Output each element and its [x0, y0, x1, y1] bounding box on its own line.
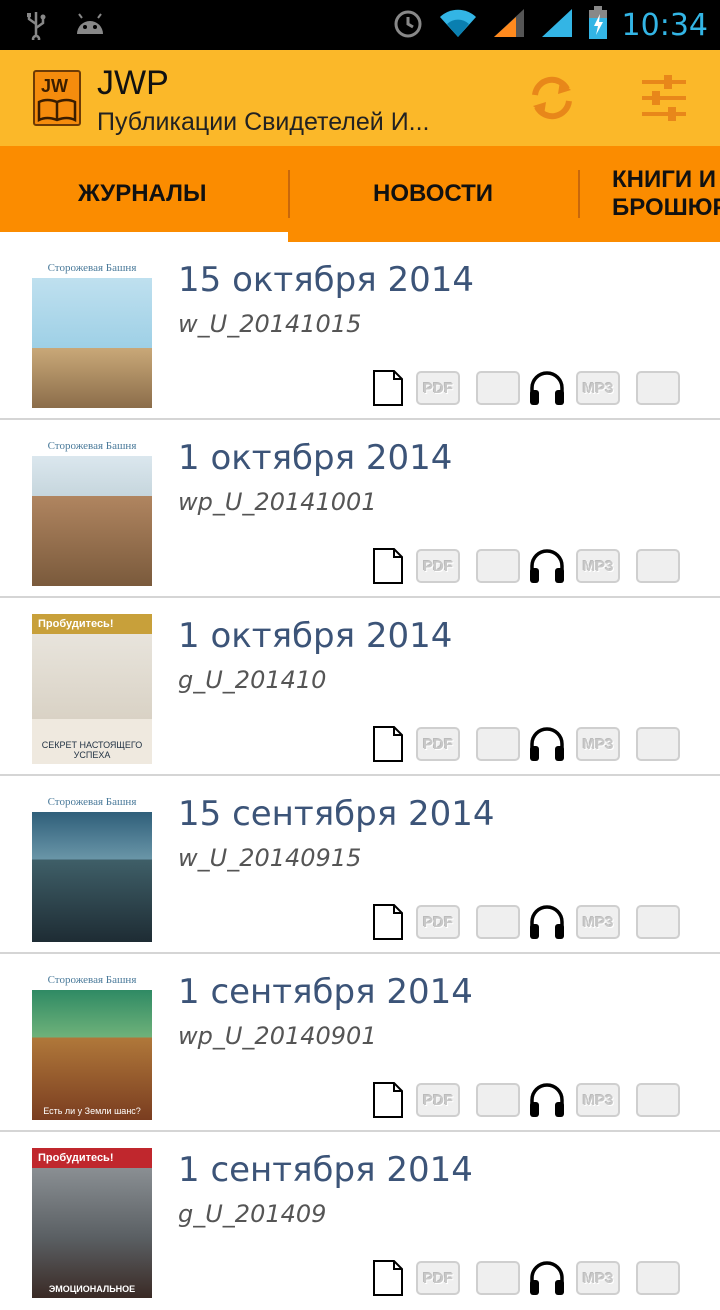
refresh-button[interactable] — [520, 66, 584, 130]
cover-image: Сторожевая Башня Есть ли у Земли шанс? — [32, 970, 152, 1120]
list-item[interactable]: Сторожевая Башня 15 сентября 2014 w_U_20… — [0, 776, 720, 954]
cover-title: Сторожевая Башня — [32, 970, 152, 990]
download-slot-button[interactable] — [476, 1083, 520, 1117]
pdf-button[interactable]: PDF — [416, 549, 460, 583]
item-title: 1 октября 2014 — [178, 616, 453, 656]
download-slot-button[interactable] — [476, 905, 520, 939]
document-icon[interactable] — [372, 1082, 404, 1118]
signal-icon-2 — [540, 7, 574, 43]
status-bar: 10:34 — [0, 0, 720, 50]
mp3-button[interactable]: MP3 — [576, 549, 620, 583]
mp3-button[interactable]: MP3 — [576, 727, 620, 761]
download-slot-button[interactable] — [476, 1261, 520, 1295]
tab-selected-indicator — [0, 232, 288, 242]
alarm-icon — [392, 7, 424, 43]
item-title: 15 сентября 2014 — [178, 794, 495, 834]
cover-title: Сторожевая Башня — [32, 436, 152, 456]
mp3-button[interactable]: MP3 — [576, 1261, 620, 1295]
cover-caption: СЕКРЕТ НАСТОЯЩЕГО УСПЕХА — [41, 740, 143, 760]
cover-title: Сторожевая Башня — [32, 258, 152, 278]
cover-caption: Есть ли у Земли шанс? — [43, 1106, 141, 1116]
pdf-button[interactable]: PDF — [416, 905, 460, 939]
tab-divider — [288, 170, 290, 218]
mp3-button[interactable]: MP3 — [576, 1083, 620, 1117]
headphones-icon[interactable] — [528, 548, 566, 584]
download-slot-button[interactable] — [636, 905, 680, 939]
svg-text:JW: JW — [41, 76, 68, 96]
sliders-icon — [642, 75, 686, 121]
app-title: JWP — [97, 64, 169, 102]
item-code: g_U_201409 — [178, 1200, 327, 1228]
signal-icon-1 — [492, 7, 526, 43]
download-slot-button[interactable] — [476, 371, 520, 405]
item-code: w_U_20141015 — [178, 310, 362, 338]
pdf-button[interactable]: PDF — [416, 371, 460, 405]
cover-image: Пробудитесь! СЕКРЕТ НАСТОЯЩЕГО УСПЕХА — [32, 614, 152, 764]
headphones-icon[interactable] — [528, 726, 566, 762]
item-title: 1 сентября 2014 — [178, 1150, 473, 1190]
headphones-icon[interactable] — [528, 904, 566, 940]
download-slot-button[interactable] — [636, 1083, 680, 1117]
tab-books-brochures[interactable]: КНИГИ И БРОШЮРЫ — [612, 146, 720, 242]
download-slot-button[interactable] — [476, 549, 520, 583]
pdf-button[interactable]: PDF — [416, 1261, 460, 1295]
wifi-icon — [438, 7, 478, 43]
item-code: g_U_201410 — [178, 666, 327, 694]
mp3-button[interactable]: MP3 — [576, 905, 620, 939]
document-icon[interactable] — [372, 726, 404, 762]
android-icon — [74, 12, 106, 42]
pdf-button[interactable]: PDF — [416, 1083, 460, 1117]
pdf-button[interactable]: PDF — [416, 727, 460, 761]
tab-magazines[interactable]: ЖУРНАЛЫ — [78, 146, 207, 242]
download-slot-button[interactable] — [636, 549, 680, 583]
document-icon[interactable] — [372, 904, 404, 940]
item-title: 15 октября 2014 — [178, 260, 475, 300]
headphones-icon[interactable] — [528, 370, 566, 406]
usb-icon — [24, 10, 48, 44]
cover-caption: ЭМОЦИОНАЛЬНОЕ — [48, 1284, 136, 1294]
cover-title: Сторожевая Башня — [32, 792, 152, 812]
download-slot-button[interactable] — [636, 1261, 680, 1295]
app-logo-icon[interactable]: JW — [33, 70, 81, 126]
cover-image: Сторожевая Башня — [32, 436, 152, 586]
cover-image: Пробудитесь! ЭМОЦИОНАЛЬНОЕ — [32, 1148, 152, 1298]
cover-title: Пробудитесь! — [32, 1148, 152, 1168]
document-icon[interactable] — [372, 370, 404, 406]
mp3-button[interactable]: MP3 — [576, 371, 620, 405]
cover-image: Сторожевая Башня — [32, 258, 152, 408]
refresh-icon — [532, 76, 572, 120]
settings-button[interactable] — [632, 66, 696, 130]
list-item[interactable]: Сторожевая Башня Есть ли у Земли шанс? 1… — [0, 954, 720, 1132]
document-icon[interactable] — [372, 1260, 404, 1296]
item-code: w_U_20140915 — [178, 844, 362, 872]
app-subtitle: Публикации Свидетелей И... — [97, 108, 430, 136]
item-title: 1 сентября 2014 — [178, 972, 473, 1012]
action-bar: JW JWP Публикации Свидетелей И... — [0, 50, 720, 146]
download-slot-button[interactable] — [476, 727, 520, 761]
tab-news[interactable]: НОВОСТИ — [373, 146, 493, 242]
list-item[interactable]: Сторожевая Башня 1 октября 2014 wp_U_201… — [0, 420, 720, 598]
list-item[interactable]: Сторожевая Башня 15 октября 2014 w_U_201… — [0, 242, 720, 420]
headphones-icon[interactable] — [528, 1082, 566, 1118]
download-slot-button[interactable] — [636, 727, 680, 761]
download-slot-button[interactable] — [636, 371, 680, 405]
battery-icon — [588, 6, 608, 44]
list-item[interactable]: Пробудитесь! ЭМОЦИОНАЛЬНОЕ 1 сентября 20… — [0, 1132, 720, 1310]
tab-bar: ЖУРНАЛЫ НОВОСТИ КНИГИ И БРОШЮРЫ — [0, 146, 720, 242]
item-code: wp_U_20141001 — [178, 488, 377, 516]
item-title: 1 октября 2014 — [178, 438, 453, 478]
cover-title: Пробудитесь! — [32, 614, 152, 634]
document-icon[interactable] — [372, 548, 404, 584]
item-code: wp_U_20140901 — [178, 1022, 377, 1050]
list-item[interactable]: Пробудитесь! СЕКРЕТ НАСТОЯЩЕГО УСПЕХА 1 … — [0, 598, 720, 776]
cover-image: Сторожевая Башня — [32, 792, 152, 942]
headphones-icon[interactable] — [528, 1260, 566, 1296]
clock: 10:34 — [621, 7, 708, 43]
tab-divider — [578, 170, 580, 218]
